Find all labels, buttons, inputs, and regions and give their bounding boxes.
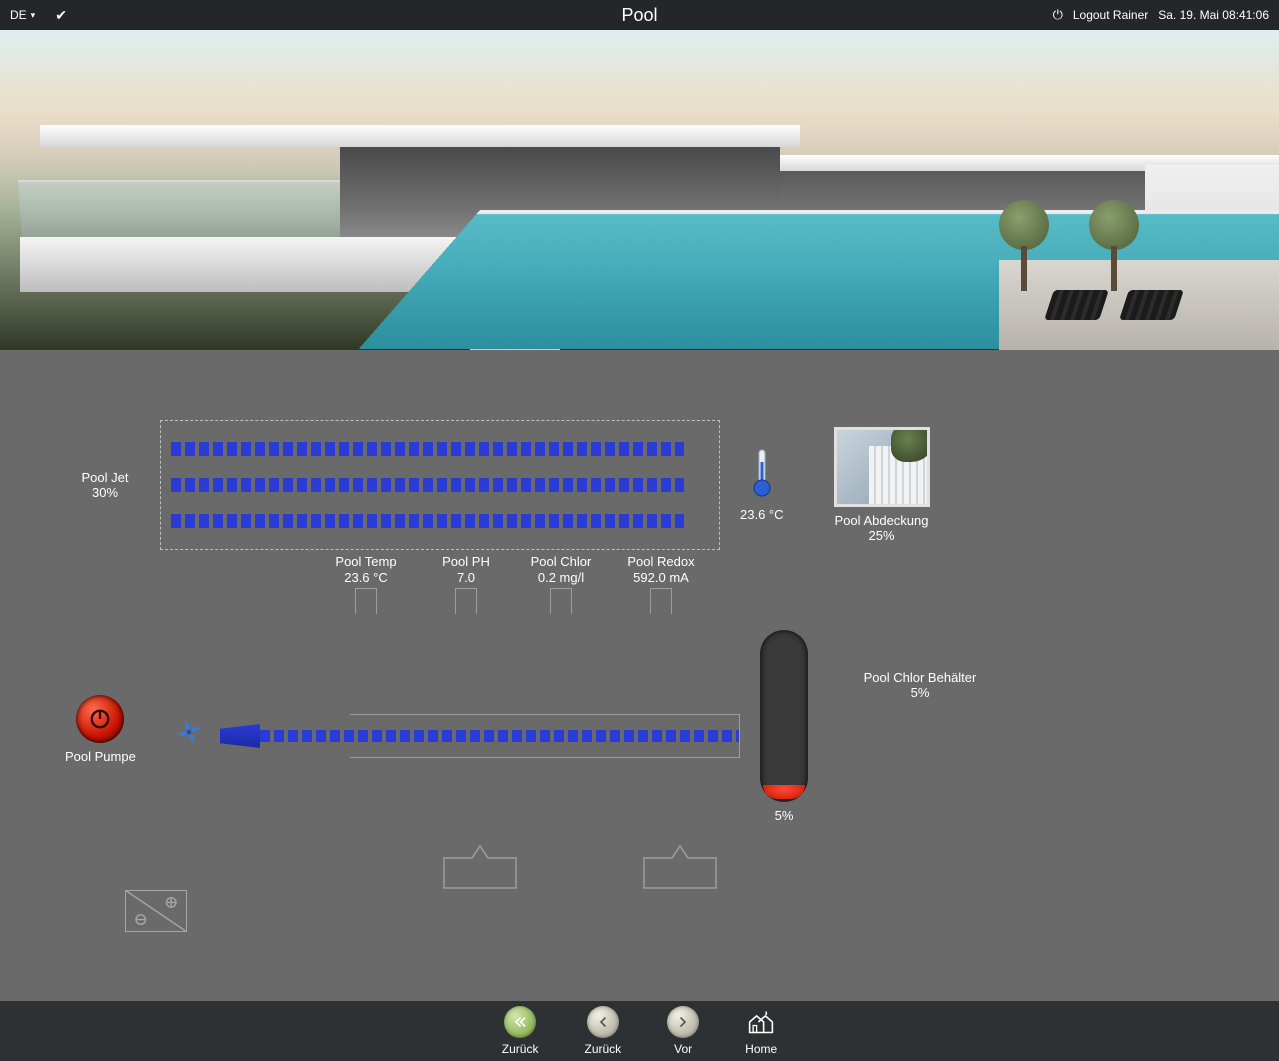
pool-cover-widget[interactable]: Pool Abdeckung 25% (834, 427, 930, 543)
pool-jet-label: Pool Jet (60, 470, 150, 485)
home-icon (747, 1008, 775, 1036)
sensor-redox[interactable]: Pool Redox 592.0 mA (650, 588, 672, 614)
pool-temp-display: 23.6 °C (740, 507, 784, 522)
pool-jet-value: 30% (60, 485, 150, 500)
pool-jet-widget[interactable]: Pool Jet 30% (60, 470, 150, 500)
power-icon (89, 708, 111, 730)
page-title: Pool (621, 5, 657, 26)
language-label: DE (10, 8, 27, 22)
sensor-ph[interactable]: Pool PH 7.0 (455, 588, 477, 614)
chlorine-tank-percent: 5% (760, 808, 808, 823)
nav-forward[interactable]: Vor (667, 1006, 699, 1056)
caret-down-icon: ▾ (31, 10, 36, 21)
chevron-double-left-icon (512, 1014, 528, 1030)
pool-temperature-widget[interactable]: 23.6 °C (740, 448, 784, 522)
nav-back-main[interactable]: Zurück (502, 1006, 539, 1056)
datetime-display: Sa. 19. Mai 08:41:06 (1158, 8, 1269, 22)
fan-icon (175, 718, 203, 746)
nav-forward-label: Vor (667, 1042, 699, 1056)
chlorine-tank-label-value: 5% (840, 685, 1000, 700)
power-icon[interactable]: ⏻ (1053, 7, 1063, 23)
nav-back[interactable]: Zurück (584, 1006, 621, 1056)
hero-banner (0, 30, 1279, 350)
chlorine-tank-fill (763, 785, 805, 799)
flow-row-2 (171, 478, 684, 492)
logout-link[interactable]: Logout Rainer (1073, 8, 1148, 22)
sensor-redox-value: 592.0 mA (601, 570, 721, 585)
contrast-toggle[interactable] (125, 890, 187, 932)
device-outline-1[interactable] (440, 840, 520, 890)
pool-cover-label: Pool Abdeckung (834, 513, 930, 528)
sensor-temp[interactable]: Pool Temp 23.6 °C (355, 588, 377, 614)
nav-home-label: Home (745, 1042, 777, 1056)
pool-flow-box (160, 420, 720, 550)
flow-row-3 (171, 514, 684, 528)
pool-pump-button[interactable] (76, 695, 124, 743)
chevron-left-icon (595, 1014, 611, 1030)
pool-cover-thumbnail (834, 427, 930, 507)
main-panel: Pool Jet 30% 23.6 °C Pool Abdeckung 25% (0, 350, 1279, 1001)
pipe-outline (350, 714, 740, 758)
pipe-assembly (220, 714, 740, 758)
chlorine-tank[interactable] (760, 630, 808, 802)
language-selector[interactable]: DE ▾ (10, 8, 35, 22)
pool-pump-label: Pool Pumpe (65, 749, 136, 764)
header-bar: DE ▾ ✔ Pool ⏻ Logout Rainer Sa. 19. Mai … (0, 0, 1279, 30)
nav-back-main-label: Zurück (502, 1042, 539, 1056)
sensor-redox-label: Pool Redox (601, 554, 721, 569)
device-outline-2[interactable] (640, 840, 720, 890)
flow-row-1 (171, 442, 684, 456)
thermometer-icon (752, 448, 772, 498)
chlorine-tank-label: Pool Chlor Behälter (840, 670, 1000, 685)
pool-cover-value: 25% (834, 528, 930, 543)
pipe-intake (220, 724, 260, 748)
nav-back-label: Zurück (584, 1042, 621, 1056)
chevron-right-icon (675, 1014, 691, 1030)
confirm-check-icon[interactable]: ✔ (55, 7, 67, 24)
chlorine-tank-label-block: Pool Chlor Behälter 5% (840, 670, 1000, 700)
sensor-chlor[interactable]: Pool Chlor 0.2 mg/l (550, 588, 572, 614)
footer-nav: Zurück Zurück Vor Home (0, 1001, 1279, 1061)
nav-home[interactable]: Home (745, 1006, 777, 1056)
